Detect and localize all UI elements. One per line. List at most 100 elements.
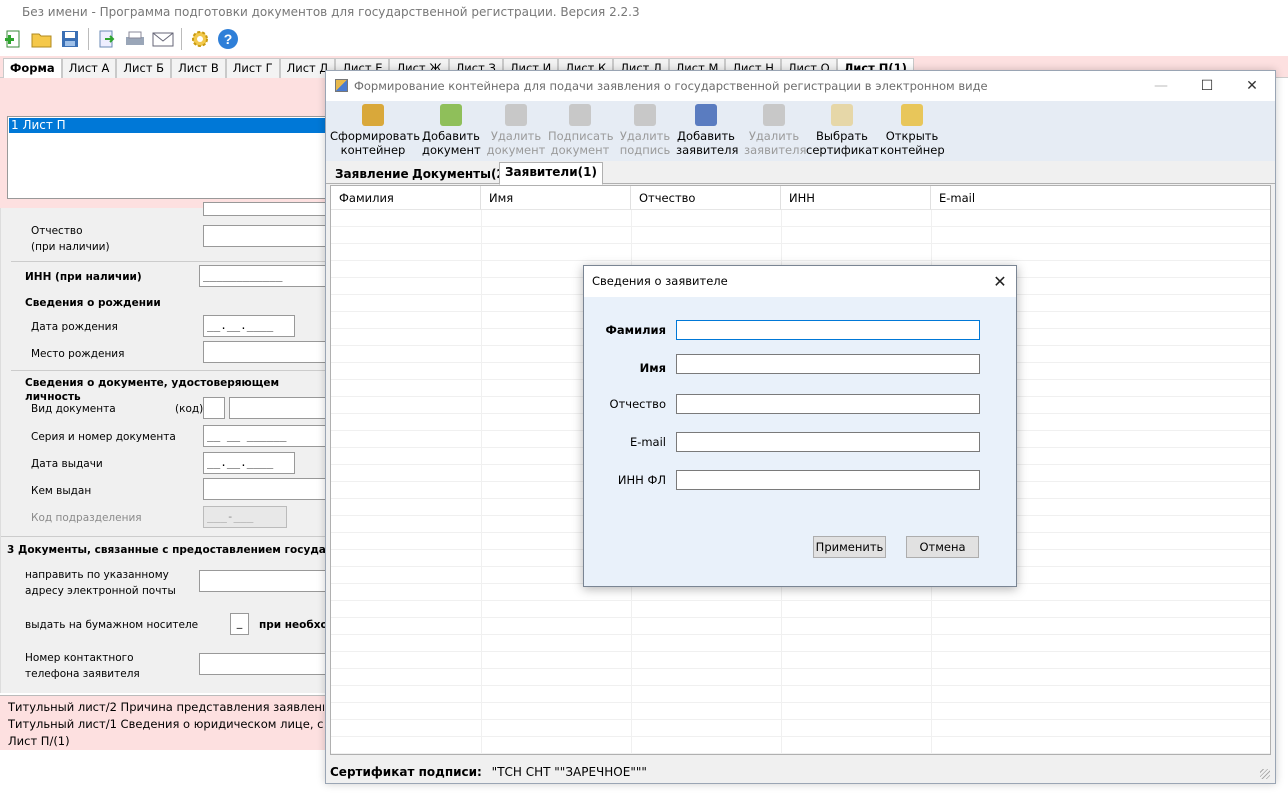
issuedby-input[interactable] — [203, 478, 327, 500]
grid-row — [331, 737, 1270, 754]
page-tab[interactable]: Лист Б — [116, 58, 172, 78]
grid-row — [331, 618, 1270, 635]
birthplace-input[interactable] — [203, 341, 327, 363]
firstname-input[interactable] — [676, 354, 980, 374]
column-header-lastname[interactable]: Фамилия — [331, 186, 481, 210]
grid-row — [331, 720, 1270, 737]
column-header-middlename[interactable]: Отчество — [631, 186, 781, 210]
certificate-status: Сертификат подписи: "ТСН СНТ ""ЗАРЕЧНОЕ"… — [326, 761, 1275, 783]
grid-row — [331, 635, 1270, 652]
container-toolbar-button[interactable]: Сформировать контейнер — [330, 103, 420, 159]
toolbar-button-label: документ — [550, 143, 610, 157]
middlename-input[interactable] — [676, 394, 980, 414]
dialog-close-button[interactable]: ✕ — [984, 266, 1016, 297]
lastname-input[interactable] — [676, 320, 980, 340]
toolbar-button-label: заявителя — [676, 143, 739, 157]
birthplace-label: Место рождения — [31, 348, 125, 360]
toolbar-button-label: заявителя — [744, 143, 807, 157]
close-button[interactable]: ✕ — [1229, 71, 1275, 101]
toolbar-button-label: подпись — [619, 143, 671, 157]
settings-icon[interactable] — [188, 27, 212, 51]
paper-checkbox[interactable]: _ — [230, 613, 249, 635]
email-label-2: адресу электронной почты — [25, 585, 176, 597]
toolbar-button-icon — [634, 104, 656, 126]
container-toolbar-button[interactable]: Открыть контейнер — [880, 103, 945, 159]
open-folder-icon[interactable] — [30, 27, 54, 51]
tab-applicants[interactable]: Заявители(1) — [499, 162, 603, 185]
divider — [1, 536, 326, 537]
toolbar-button-icon — [901, 104, 923, 126]
container-window-title: Формирование контейнера для подачи заявл… — [326, 71, 1275, 101]
form-area: Отчество (при наличии) ИНН (при наличии)… — [0, 202, 327, 693]
docnum-input[interactable]: __ __ ______ — [203, 425, 327, 447]
firstname-input-partial[interactable] — [203, 202, 327, 216]
new-doc-icon[interactable] — [2, 27, 26, 51]
page-tab[interactable]: Форма — [3, 58, 62, 78]
toolbar-button-icon — [695, 104, 717, 126]
error-list-item[interactable]: Титульный лист/2 Причина представления з… — [8, 700, 324, 714]
doctype-name-input[interactable] — [229, 397, 327, 419]
toolbar-button-label: Добавить — [677, 129, 735, 143]
page-tab[interactable]: Лист Г — [225, 58, 280, 78]
inn-input[interactable] — [676, 470, 980, 490]
subdiv-label: Код подразделения — [31, 512, 142, 524]
grid-row — [331, 703, 1270, 720]
grid-row — [331, 210, 1270, 227]
app-title: Без имени - Программа подготовки докумен… — [0, 0, 1288, 24]
divider — [11, 261, 326, 262]
middlename-input[interactable] — [203, 225, 327, 247]
toolbar-button-icon — [763, 104, 785, 126]
inn-input[interactable]: ____________ — [199, 265, 327, 287]
resize-grip[interactable] — [1260, 769, 1270, 779]
cancel-button[interactable]: Отмена — [906, 536, 979, 558]
container-toolbar-button[interactable]: Удалить документ — [486, 103, 546, 159]
toolbar-button-icon — [362, 104, 384, 126]
sheet-listbox[interactable]: 1 Лист П — [7, 116, 329, 199]
column-header-inn[interactable]: ИНН — [781, 186, 931, 210]
column-header-email[interactable]: E-mail — [931, 186, 1270, 210]
toolbar-button-label: контейнер — [880, 143, 945, 157]
container-tabs: Заявление Документы(2) Заявители(1) — [326, 162, 1275, 185]
print-icon[interactable] — [123, 27, 147, 51]
toolbar-separator — [88, 28, 89, 50]
container-toolbar-button[interactable]: Выбрать сертификат — [806, 103, 879, 159]
toolbar-button-icon — [831, 104, 853, 126]
issuedate-input[interactable]: __.__.____ — [203, 452, 295, 474]
section-3-header: 3 Документы, связанные с предоставлением… — [7, 544, 327, 556]
container-toolbar-button[interactable]: Удалить подпись — [616, 103, 674, 159]
help-icon[interactable]: ? — [216, 27, 240, 51]
export-icon[interactable] — [95, 27, 119, 51]
save-icon[interactable] — [58, 27, 82, 51]
list-item-selected[interactable]: 1 Лист П — [9, 118, 329, 133]
maximize-button[interactable]: ☐ — [1184, 71, 1230, 101]
error-list-item[interactable]: Лист П/(1) — [8, 734, 324, 748]
birthdate-input[interactable]: __.__.____ — [203, 315, 295, 337]
error-list-item[interactable]: Титульный лист/1 Сведения о юридическом … — [8, 717, 324, 731]
middlename-label: Отчество — [609, 397, 666, 411]
certificate-label: Сертификат подписи: — [330, 765, 482, 779]
page-tab[interactable]: Лист В — [171, 58, 226, 78]
phone-input[interactable] — [199, 653, 327, 675]
email-input[interactable] — [676, 432, 980, 452]
container-toolbar-button[interactable]: Подписать документ — [548, 103, 613, 159]
page-tab[interactable]: Лист А — [61, 58, 117, 78]
svg-text:?: ? — [224, 31, 233, 47]
column-header-firstname[interactable]: Имя — [481, 186, 631, 210]
subdiv-input[interactable]: ___-___ — [203, 506, 287, 528]
container-toolbar-button[interactable]: Удалить заявителя — [744, 103, 807, 159]
minimize-button[interactable]: — — [1138, 71, 1184, 101]
toolbar-button-label: Удалить — [748, 129, 800, 143]
paper-note: при необходи — [259, 619, 326, 631]
doctype-code-input[interactable] — [203, 397, 225, 419]
tab-application[interactable]: Заявление — [329, 164, 415, 184]
apply-button[interactable]: Применить — [813, 536, 886, 558]
mail-icon[interactable] — [151, 27, 175, 51]
main-toolbar: ? — [0, 24, 1288, 54]
applicant-dialog: Сведения о заявителе ✕ Фамилия Имя Отчес… — [583, 265, 1017, 587]
container-toolbar-button[interactable]: Добавить документ — [422, 103, 481, 159]
phone-label: Номер контактного — [25, 652, 134, 664]
toolbar-button-label: Удалить — [619, 129, 671, 143]
container-toolbar-button[interactable]: Добавить заявителя — [676, 103, 739, 159]
error-list: Титульный лист/2 Причина представления з… — [0, 695, 325, 750]
email-input[interactable] — [199, 570, 327, 592]
